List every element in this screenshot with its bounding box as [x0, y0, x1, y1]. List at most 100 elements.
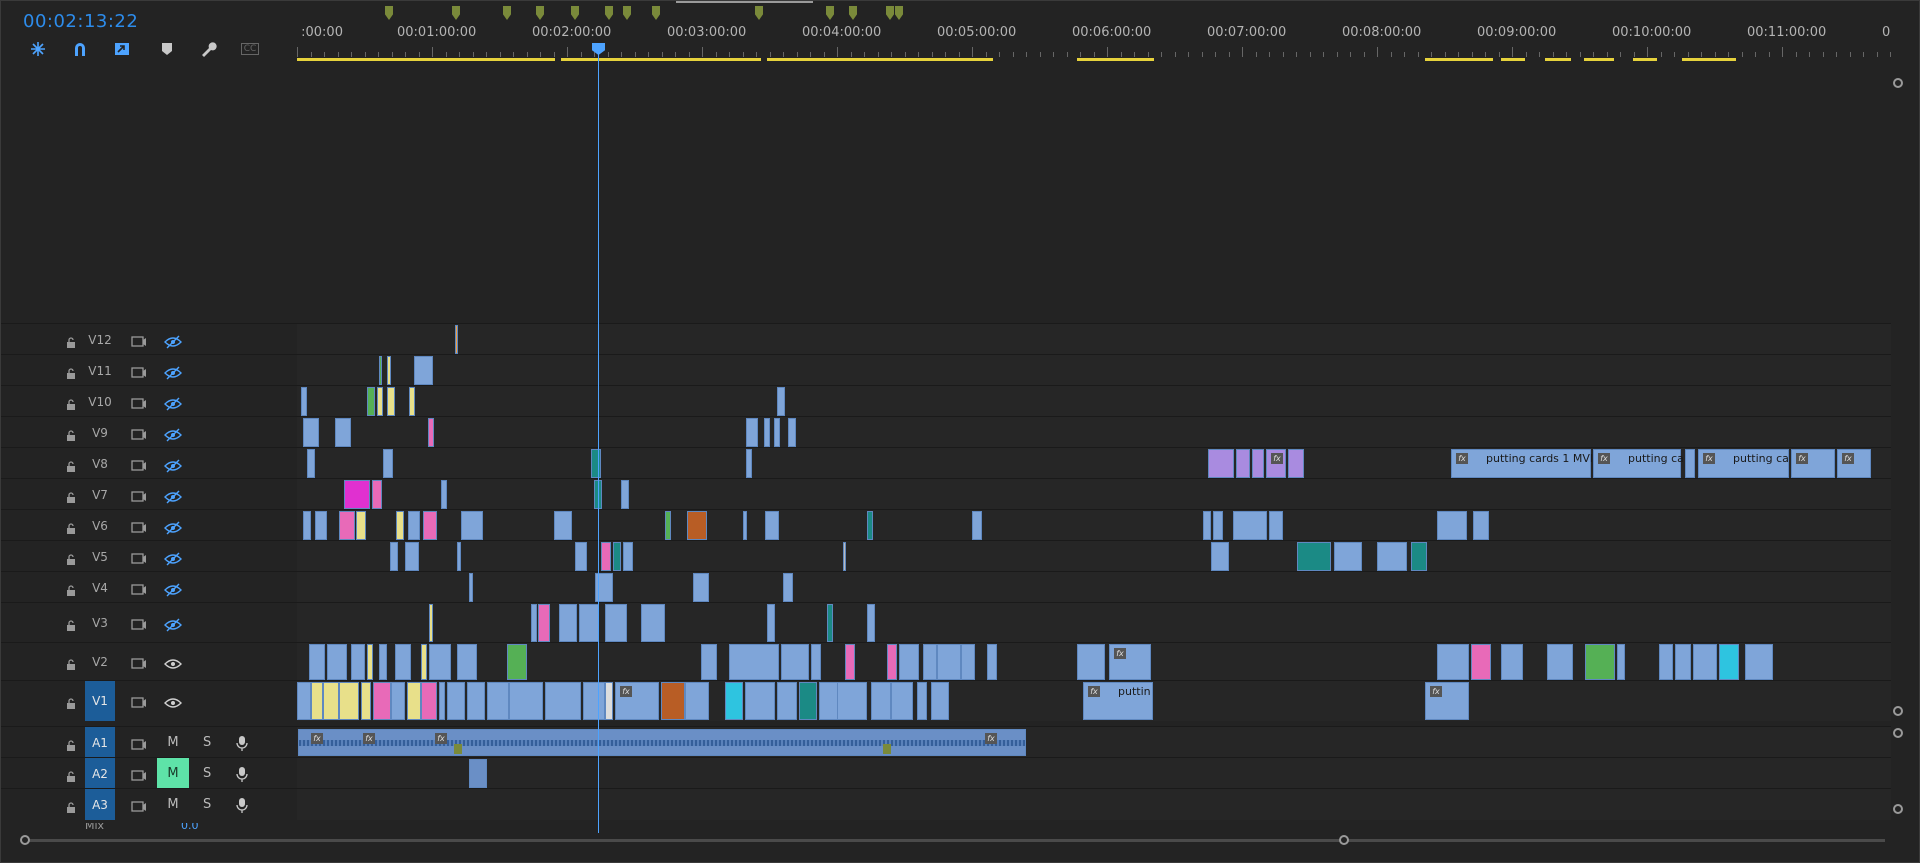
timeline-clip[interactable] [743, 511, 747, 540]
timeline-marker[interactable] [652, 6, 660, 20]
sync-lock-icon[interactable] [131, 520, 147, 534]
timeline-empty-area[interactable] [297, 61, 1891, 323]
playhead-line[interactable] [598, 47, 599, 833]
timeline-clip[interactable] [390, 542, 398, 571]
timeline-clip[interactable] [356, 511, 366, 540]
timeline-clip[interactable] [339, 682, 359, 720]
track-name[interactable]: A2 [85, 758, 115, 789]
lock-icon[interactable] [65, 551, 77, 565]
timeline-clip[interactable] [405, 542, 419, 571]
timeline-clip[interactable] [387, 387, 395, 416]
timeline-clip[interactable] [1473, 511, 1489, 540]
timeline-clip[interactable] [409, 387, 415, 416]
audio-keyframe-marker[interactable] [883, 744, 891, 754]
timeline-clip[interactable] [1252, 449, 1264, 478]
eye-icon[interactable] [164, 656, 182, 670]
video-track-lane[interactable] [297, 602, 1891, 643]
timeline-clip[interactable] [811, 644, 821, 680]
timeline-clip[interactable] [891, 682, 913, 720]
timeline-clip[interactable] [961, 644, 975, 680]
eye-icon[interactable] [164, 695, 182, 709]
video-track-header[interactable]: V11 [1, 354, 297, 386]
timeline-clip[interactable] [429, 604, 433, 642]
track-name[interactable]: V10 [85, 386, 115, 417]
timeline-clip[interactable] [423, 511, 437, 540]
video-track-lane[interactable] [297, 478, 1891, 510]
mute-button[interactable]: M [157, 727, 189, 758]
eye-off-icon[interactable] [164, 365, 182, 379]
timeline-clip[interactable] [843, 542, 846, 571]
timeline-clip[interactable] [1437, 644, 1469, 680]
video-track-lane[interactable] [297, 354, 1891, 386]
track-name[interactable]: A3 [85, 789, 115, 820]
lock-icon[interactable] [65, 799, 77, 813]
timeline-clip[interactable] [1297, 542, 1331, 571]
sync-lock-icon[interactable] [131, 656, 147, 670]
timeline-clip[interactable] [579, 604, 599, 642]
timeline-clip[interactable] [729, 644, 779, 680]
lock-icon[interactable] [65, 489, 77, 503]
timeline-clip[interactable] [323, 682, 339, 720]
timeline-clip[interactable] [777, 682, 797, 720]
timeline-clip[interactable] [1437, 511, 1467, 540]
audio-track-header[interactable]: A2 M S [1, 757, 297, 789]
timeline-clip[interactable] [428, 418, 434, 447]
lock-icon[interactable] [65, 458, 77, 472]
timeline-clip[interactable] [421, 682, 437, 720]
audio-scroll-bottom-knob[interactable] [1893, 804, 1903, 814]
video-track-header[interactable]: V12 [1, 323, 297, 355]
lock-icon[interactable] [65, 656, 77, 670]
timeline-clip[interactable] [1617, 644, 1625, 680]
timeline-clip[interactable]: fx [1425, 682, 1469, 720]
eye-off-icon[interactable] [164, 520, 182, 534]
video-track-header[interactable]: V9 [1, 416, 297, 448]
timeline-clip[interactable] [396, 511, 404, 540]
timeline-clip[interactable] [297, 682, 311, 720]
wrench-icon[interactable] [198, 39, 218, 59]
timeline-clip[interactable] [1334, 542, 1362, 571]
video-track-header[interactable]: V5 [1, 540, 297, 572]
timeline-clip[interactable] [439, 682, 445, 720]
timeline-clip[interactable] [367, 644, 373, 680]
timeline-clip[interactable] [687, 511, 707, 540]
timeline-clip[interactable] [777, 387, 785, 416]
video-track-lane[interactable] [297, 509, 1891, 541]
timeline-clip[interactable] [344, 480, 370, 509]
audio-track-lane[interactable] [297, 788, 1891, 820]
timeline-clip[interactable] [1233, 511, 1267, 540]
mic-icon[interactable] [235, 797, 249, 813]
timeline-clip[interactable] [781, 644, 809, 680]
timeline-clip[interactable] [746, 449, 752, 478]
timeline-clip[interactable] [447, 682, 465, 720]
audio-track-header[interactable]: A3 M S [1, 788, 297, 820]
timeline-clip[interactable] [867, 604, 875, 642]
timeline-clip[interactable]: fx [1791, 449, 1835, 478]
timeline-marker[interactable] [536, 6, 544, 20]
timeline-clip[interactable] [693, 573, 709, 602]
timeline-clip[interactable] [487, 682, 509, 720]
track-name[interactable]: V4 [85, 572, 115, 603]
mute-button[interactable]: M [157, 758, 189, 789]
track-name[interactable]: V5 [85, 541, 115, 572]
timeline-clip[interactable] [1675, 644, 1691, 680]
time-ruler[interactable]: :00:00 00:01:00:00 00:02:00:00 00:03:00:… [297, 1, 1891, 61]
timeline-clip[interactable]: fx [1109, 644, 1151, 680]
timeline-marker[interactable] [605, 6, 613, 20]
timeline-clip[interactable] [1745, 644, 1773, 680]
timeline-marker[interactable] [623, 6, 631, 20]
timeline-marker[interactable] [503, 6, 511, 20]
timeline-clip[interactable] [361, 682, 371, 720]
sync-lock-icon[interactable] [131, 582, 147, 596]
timeline-clip[interactable] [377, 387, 383, 416]
timeline-clip[interactable] [559, 604, 577, 642]
linked-selection-icon[interactable] [112, 39, 132, 59]
captions-icon[interactable]: CC [240, 39, 260, 59]
lock-icon[interactable] [65, 737, 77, 751]
timeline-clip[interactable] [937, 644, 961, 680]
sync-lock-icon[interactable] [131, 551, 147, 565]
timeline-clip[interactable] [1236, 449, 1250, 478]
track-name[interactable]: V1 [85, 681, 115, 721]
sync-lock-icon[interactable] [131, 617, 147, 631]
timeline-clip[interactable] [767, 604, 775, 642]
video-track-header[interactable]: V3 [1, 602, 297, 643]
